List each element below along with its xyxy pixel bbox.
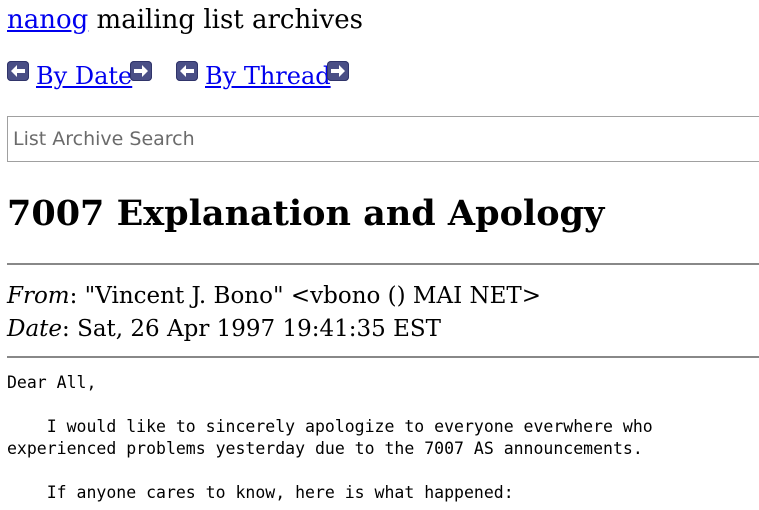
from-label: From (7, 283, 70, 309)
archive-header: nanog mailing list archives (7, 2, 363, 38)
message-subject: 7007 Explanation and Apology (7, 193, 605, 234)
body-line: Dear All, (7, 373, 97, 392)
by-thread-link[interactable]: By Thread (205, 58, 331, 94)
body-line: experienced problems yesterday due to th… (7, 439, 643, 458)
next-by-date-arrow-icon[interactable] (130, 61, 152, 81)
message-body: Dear All, I would like to sincerely apol… (7, 372, 653, 504)
date-value: : Sat, 26 Apr 1997 19:41:35 EST (62, 316, 441, 342)
by-date-link[interactable]: By Date (36, 58, 132, 94)
date-label: Date (7, 316, 63, 342)
prev-by-date-arrow-icon[interactable] (7, 61, 29, 81)
header-divider-bottom (7, 356, 759, 358)
header-divider-top (7, 263, 759, 265)
from-line: From: "Vincent J. Bono" <vbono () MAI NE… (7, 280, 541, 312)
from-value: : "Vincent J. Bono" <vbono () MAI NET> (69, 283, 542, 309)
prev-by-thread-arrow-icon[interactable] (176, 61, 198, 81)
date-line: Date: Sat, 26 Apr 1997 19:41:35 EST (7, 313, 441, 345)
next-by-thread-arrow-icon[interactable] (327, 61, 349, 81)
list-name-link[interactable]: nanog (7, 5, 88, 35)
body-line: If anyone cares to know, here is what ha… (7, 483, 514, 502)
body-line: I would like to sincerely apologize to e… (7, 417, 653, 436)
archive-header-suffix: mailing list archives (88, 5, 363, 35)
list-archive-search (7, 116, 759, 162)
search-input[interactable] (8, 117, 759, 161)
